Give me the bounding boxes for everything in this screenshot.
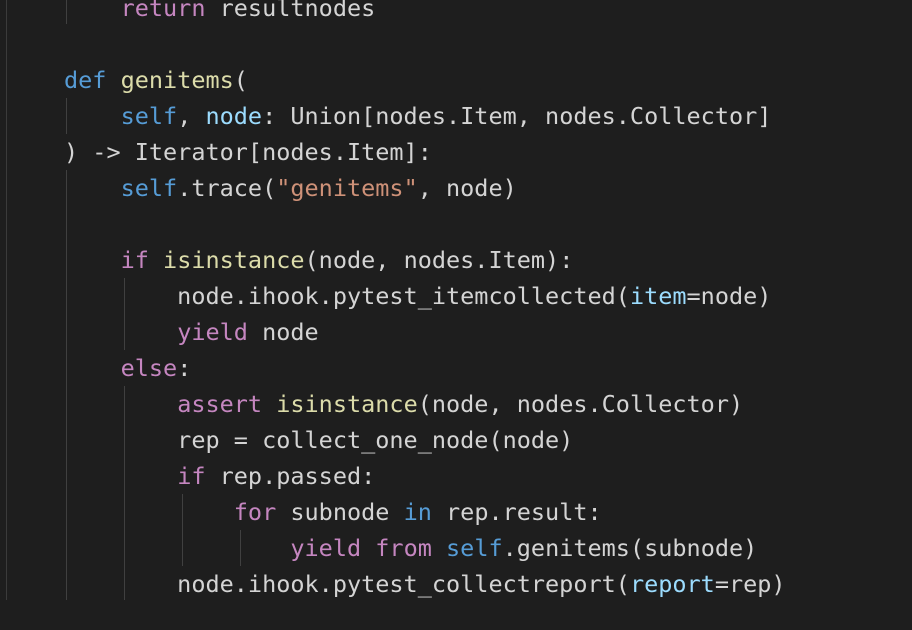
- code-line[interactable]: yield node: [64, 314, 319, 350]
- code-line[interactable]: return resultnodes: [64, 0, 376, 26]
- code-line[interactable]: if rep.passed:: [64, 458, 375, 494]
- code-token: if: [177, 462, 206, 490]
- code-token: self: [120, 174, 178, 202]
- code-token: .trace(: [177, 174, 277, 202]
- code-line[interactable]: else:: [64, 350, 192, 386]
- code-line[interactable]: yield from self.genitems(subnode): [64, 530, 757, 566]
- code-token: (node, nodes.Item):: [304, 246, 574, 274]
- code-token: self: [446, 534, 503, 562]
- code-token: "genitems": [276, 174, 418, 202]
- code-token: assert: [177, 390, 263, 418]
- code-token: yield: [290, 534, 362, 562]
- code-token: node: [247, 318, 319, 346]
- code-line[interactable]: rep = collect_one_node(node): [64, 422, 573, 458]
- code-token: node: [205, 102, 263, 130]
- code-token: self: [120, 102, 178, 130]
- code-line[interactable]: if isinstance(node, nodes.Item):: [64, 242, 574, 278]
- code-token: return: [120, 0, 206, 22]
- code-token: genitems: [120, 66, 234, 94]
- code-token: else: [120, 354, 178, 382]
- code-token: subnode: [276, 498, 404, 526]
- code-token: if: [120, 246, 149, 274]
- code-token: ) -> Iterator[nodes.Item]:: [64, 138, 432, 166]
- editor-left-border: [6, 0, 7, 600]
- code-line[interactable]: for subnode in rep.result:: [64, 494, 602, 530]
- code-line[interactable]: node.ihook.pytest_itemcollected(item=nod…: [64, 278, 771, 314]
- code-token: (: [233, 66, 248, 94]
- code-token: isinstance: [163, 246, 305, 274]
- code-token: =node): [686, 282, 772, 310]
- code-line[interactable]: def genitems(: [64, 62, 248, 98]
- code-token: node.ihook.pytest_itemcollected(: [64, 282, 630, 310]
- code-token: , node): [417, 174, 517, 202]
- code-line[interactable]: self, node: Union[nodes.Item, nodes.Coll…: [64, 98, 772, 134]
- code-token: node.ihook.pytest_collectreport(: [64, 570, 630, 598]
- code-token: isinstance: [276, 390, 418, 418]
- code-token: rep = collect_one_node(node): [64, 426, 574, 454]
- code-line[interactable]: assert isinstance(node, nodes.Collector): [64, 386, 743, 422]
- code-token: rep.result:: [431, 498, 602, 526]
- code-token: .genitems(subnode): [502, 534, 758, 562]
- code-token: ,: [177, 102, 206, 130]
- code-token: report: [629, 570, 715, 598]
- code-token: yield: [177, 318, 248, 346]
- code-token: for: [233, 498, 277, 526]
- code-token: rep.passed:: [205, 462, 376, 490]
- code-token: : Union[nodes.Item, nodes.Collector]: [262, 102, 772, 130]
- code-line[interactable]: ) -> Iterator[nodes.Item]:: [64, 134, 432, 170]
- code-editor[interactable]: return resultnodes def genitems( self, no…: [0, 0, 912, 630]
- code-token: resultnodes: [205, 0, 376, 22]
- code-token: def: [64, 66, 107, 94]
- code-token: in: [403, 498, 432, 526]
- code-line[interactable]: node.ihook.pytest_collectreport(report=r…: [64, 566, 786, 602]
- code-line[interactable]: self.trace("genitems", node): [64, 170, 517, 206]
- code-token: item: [629, 282, 687, 310]
- code-token: :: [177, 354, 192, 382]
- code-token: from: [375, 534, 432, 562]
- code-token: =rep): [714, 570, 786, 598]
- code-token: (node, nodes.Collector): [417, 390, 744, 418]
